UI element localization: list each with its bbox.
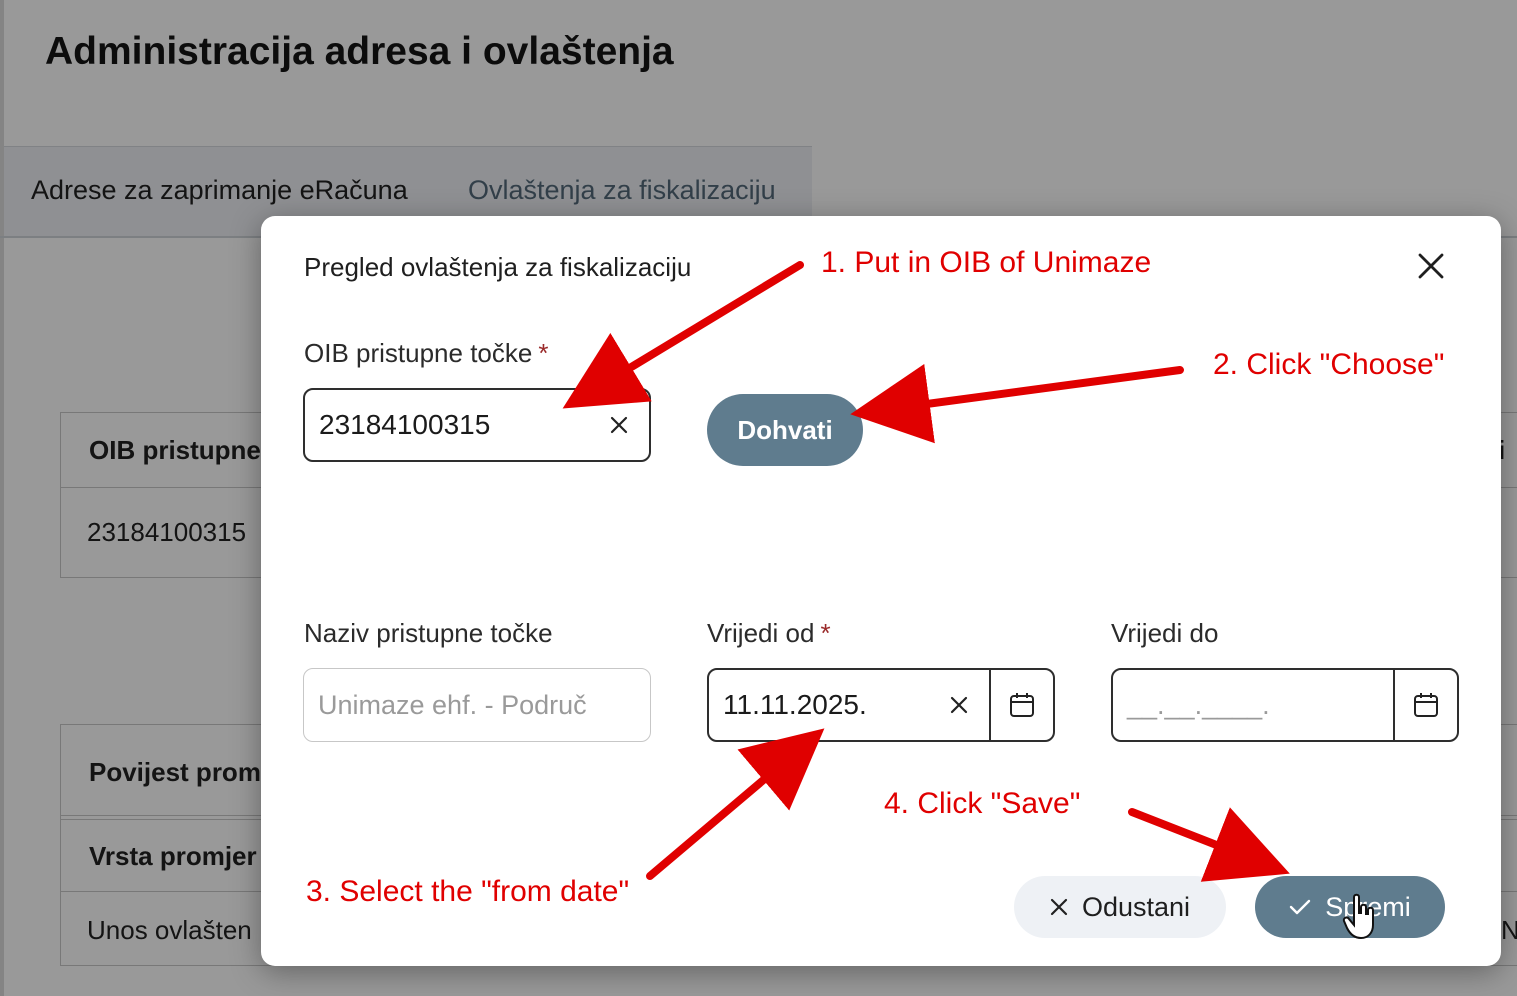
check-icon xyxy=(1290,899,1311,915)
annotation-step-4: 4. Click "Save" xyxy=(884,787,1081,820)
valid-to-placeholder: __.__.____. xyxy=(1127,689,1270,720)
valid-from-value: 11.11.2025. xyxy=(723,689,867,720)
authorization-dialog: Pregled ovlaštenja za fiskalizaciju OIB … xyxy=(261,216,1501,966)
calendar-icon xyxy=(1414,693,1438,717)
oib-input-value: 23184100315 xyxy=(319,409,491,440)
annotation-step-2: 2. Click "Choose" xyxy=(1213,348,1445,381)
close-icon xyxy=(1418,253,1444,279)
name-input: Unimaze ehf. - Područ xyxy=(303,668,651,742)
annotation-step-3: 3. Select the "from date" xyxy=(306,875,630,908)
valid-from-calendar-button[interactable] xyxy=(989,670,1053,740)
valid-from-label: Vrijedi od * xyxy=(707,618,831,649)
fetch-button[interactable]: Dohvati xyxy=(707,394,863,466)
hand-cursor-icon xyxy=(1342,893,1374,940)
name-input-value: Unimaze ehf. - Područ xyxy=(318,689,587,720)
cancel-button-label: Odustani xyxy=(1081,891,1191,922)
close-icon xyxy=(950,696,968,714)
required-mark: * xyxy=(820,618,831,648)
dialog-title: Pregled ovlaštenja za fiskalizaciju xyxy=(304,252,692,282)
oib-label-text: OIB pristupne točke xyxy=(304,338,533,368)
valid-from-label-text: Vrijedi od xyxy=(707,618,815,648)
annotation-step-1: 1. Put in OIB of Unimaze xyxy=(821,246,1152,279)
valid-from-clear-button[interactable] xyxy=(937,670,981,740)
close-icon xyxy=(610,416,628,434)
name-label: Naziv pristupne točke xyxy=(304,618,553,648)
close-button[interactable] xyxy=(1411,246,1451,286)
required-mark: * xyxy=(538,338,549,368)
valid-to-label: Vrijedi do xyxy=(1111,618,1219,648)
close-icon xyxy=(1050,898,1068,916)
valid-from-input[interactable]: 11.11.2025. xyxy=(707,668,1055,742)
calendar-icon xyxy=(1010,693,1034,717)
valid-to-input[interactable]: __.__.____. xyxy=(1111,668,1459,742)
valid-to-calendar-button[interactable] xyxy=(1393,670,1457,740)
oib-label: OIB pristupne točke * xyxy=(304,338,548,369)
cancel-button[interactable]: Odustani xyxy=(1014,876,1226,938)
oib-input[interactable]: 23184100315 xyxy=(303,388,651,462)
oib-clear-button[interactable] xyxy=(597,390,641,460)
